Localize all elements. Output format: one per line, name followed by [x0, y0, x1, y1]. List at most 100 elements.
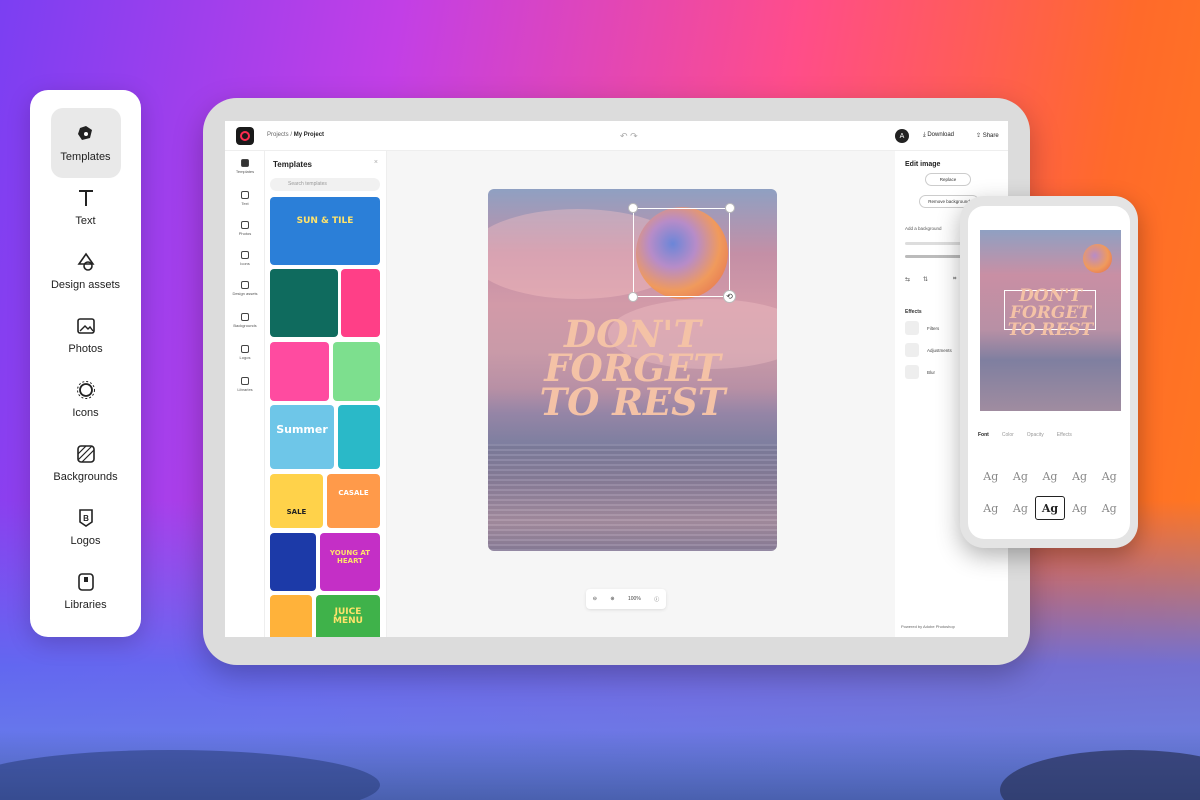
- template-thumb[interactable]: [270, 269, 338, 337]
- effect-label: Filters: [927, 325, 940, 331]
- effect-adjustments[interactable]: Adjustments: [905, 343, 952, 357]
- zoom-in-icon[interactable]: ⊕: [610, 596, 614, 602]
- side-item-label: Logos: [70, 535, 101, 547]
- template-thumb[interactable]: [270, 533, 316, 591]
- rail-item-templates[interactable]: Templates: [225, 159, 265, 174]
- close-icon[interactable]: ×: [374, 159, 378, 166]
- background-icon: [75, 443, 97, 465]
- template-thumb[interactable]: SALE: [270, 474, 323, 528]
- info-icon[interactable]: ⓘ: [654, 596, 659, 603]
- side-item-label: Icons: [72, 407, 99, 419]
- font-option[interactable]: Ag: [976, 464, 1006, 488]
- download-button[interactable]: ⤓ Download: [923, 132, 954, 139]
- template-thumb[interactable]: [333, 342, 380, 401]
- rail-item-design-assets[interactable]: Design assets: [225, 281, 265, 296]
- font-option-selected[interactable]: Ag: [1035, 496, 1065, 520]
- effect-filters[interactable]: Filters: [905, 321, 939, 335]
- rail-item-logos[interactable]: Logos: [225, 345, 265, 360]
- rail-item-backgrounds[interactable]: Backgrounds: [225, 313, 265, 328]
- template-thumb[interactable]: [270, 342, 329, 401]
- side-item-design-assets[interactable]: Design assets: [51, 236, 121, 306]
- font-option[interactable]: Ag: [1006, 496, 1036, 520]
- add-background-toggle[interactable]: Add a background: [905, 226, 942, 231]
- template-thumb[interactable]: [341, 269, 380, 337]
- rail-item-libraries[interactable]: Libraries: [225, 377, 265, 392]
- template-thumb-text: JUICE MENU: [333, 606, 363, 626]
- zoom-level[interactable]: 100%: [628, 596, 641, 602]
- flip-vertical-icon[interactable]: ⇅: [923, 276, 928, 283]
- redo-icon[interactable]: ↷: [630, 131, 638, 141]
- rail-item-label: Photos: [238, 231, 252, 236]
- side-item-text[interactable]: Text: [51, 172, 121, 242]
- side-item-logos[interactable]: B Logos: [51, 492, 121, 562]
- rail-item-label: Logos: [239, 355, 251, 360]
- side-item-photos[interactable]: Photos: [51, 300, 121, 370]
- replace-button[interactable]: Replace: [925, 173, 971, 186]
- template-thumb[interactable]: [338, 405, 380, 469]
- download-icon: ⤓: [923, 132, 926, 138]
- rail-item-label: Libraries: [237, 387, 253, 392]
- sphere-image[interactable]: [1083, 244, 1112, 273]
- avatar[interactable]: A: [895, 129, 909, 143]
- resize-handle[interactable]: [628, 203, 638, 213]
- rail-item-photos[interactable]: Photos: [225, 221, 265, 236]
- side-item-backgrounds[interactable]: Backgrounds: [51, 428, 121, 498]
- side-item-templates[interactable]: Templates: [50, 108, 121, 178]
- font-option[interactable]: Ag: [1065, 464, 1095, 488]
- template-thumb[interactable]: YOUNG AT HEART: [320, 533, 380, 591]
- template-thumb[interactable]: JUICE MENU: [316, 595, 380, 637]
- tab-effects[interactable]: Effects: [1057, 432, 1072, 438]
- font-option[interactable]: Ag: [1065, 496, 1095, 520]
- headline-text[interactable]: DON'T FORGET TO REST: [488, 316, 777, 421]
- templates-icon: [241, 159, 249, 167]
- share-label: Share: [982, 133, 999, 139]
- rail-item-icons[interactable]: Icons: [225, 251, 265, 266]
- side-item-label: Photos: [68, 343, 103, 355]
- undo-icon[interactable]: ↶: [620, 131, 628, 141]
- photo-icon: [75, 315, 97, 337]
- font-option[interactable]: Ag: [1094, 496, 1124, 520]
- rotate-icon[interactable]: ⟲: [723, 290, 736, 303]
- search-input[interactable]: Search templates: [270, 178, 380, 191]
- share-icon: ⇪: [976, 133, 982, 139]
- rail-item-text[interactable]: Text: [225, 191, 265, 206]
- font-option[interactable]: Ag: [976, 496, 1006, 520]
- side-item-label: Libraries: [64, 599, 107, 611]
- tab-color[interactable]: Color: [1002, 432, 1014, 438]
- font-option[interactable]: Ag: [1006, 464, 1036, 488]
- tab-opacity[interactable]: Opacity: [1027, 432, 1044, 438]
- crop-icon[interactable]: ⌗: [953, 276, 956, 283]
- zoom-out-icon[interactable]: ⊖: [593, 596, 597, 602]
- svg-text:B: B: [83, 514, 89, 523]
- left-rail: Templates Text Photos Icons Design asset…: [225, 151, 265, 637]
- effect-blur[interactable]: Blur: [905, 365, 935, 379]
- side-item-libraries[interactable]: Libraries: [51, 556, 121, 626]
- design-canvas[interactable]: ⟲ DON'T FORGET TO REST: [488, 189, 777, 551]
- font-option[interactable]: Ag: [1094, 464, 1124, 488]
- breadcrumb-root[interactable]: Projects: [267, 132, 289, 138]
- photo-icon: [241, 221, 249, 229]
- template-thumb[interactable]: Summer: [270, 405, 334, 469]
- tab-font[interactable]: Font: [978, 432, 989, 438]
- template-thumb[interactable]: [270, 595, 312, 637]
- library-icon: [241, 377, 249, 385]
- template-thumb[interactable]: SUN & TILE: [270, 197, 380, 265]
- project-name[interactable]: My Project: [294, 132, 324, 138]
- phone-design-canvas[interactable]: DON'T FORGET TO REST: [980, 230, 1121, 411]
- template-thumb-text: Summer: [276, 423, 328, 437]
- selection-box[interactable]: [633, 208, 730, 297]
- side-item-icons[interactable]: Icons: [51, 364, 121, 434]
- powered-by: Powered by Adobe Photoshop: [901, 624, 955, 629]
- headline-text[interactable]: DON'T FORGET TO REST: [980, 288, 1121, 339]
- resize-handle[interactable]: [628, 292, 638, 302]
- templates-panel-title: Templates: [273, 160, 312, 169]
- template-thumb[interactable]: CASALE: [327, 474, 380, 528]
- side-menu: Templates Text Design assets Photos Icon…: [30, 90, 141, 637]
- flip-horizontal-icon[interactable]: ⇆: [905, 276, 910, 283]
- font-option[interactable]: Ag: [1035, 464, 1065, 488]
- share-button[interactable]: ⇪ Share: [976, 132, 999, 139]
- app-logo-icon[interactable]: [236, 127, 254, 145]
- effect-label: Blur: [927, 369, 936, 375]
- phone-tabs: Font Color Opacity Effects: [978, 432, 1123, 438]
- resize-handle[interactable]: [725, 203, 735, 213]
